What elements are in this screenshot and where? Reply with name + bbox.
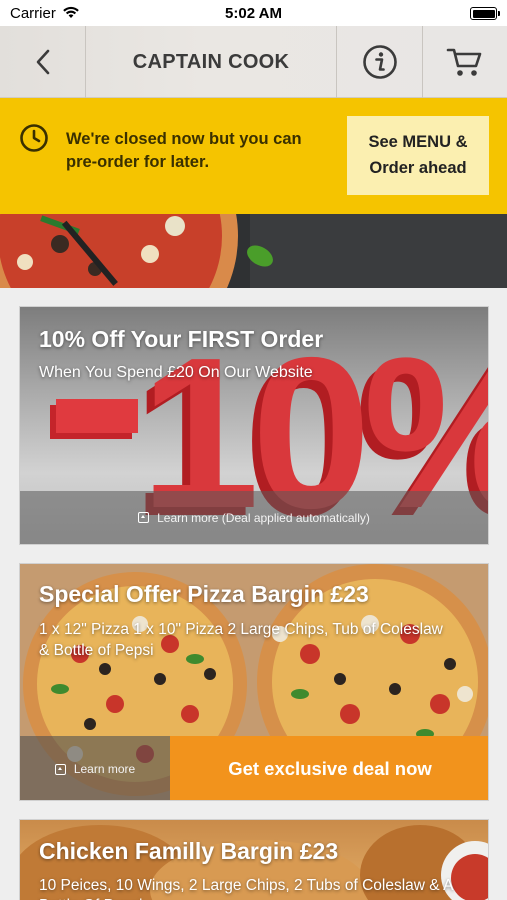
closed-message: We're closed now but you can pre-order f… bbox=[66, 130, 302, 171]
battery-icon bbox=[470, 7, 500, 20]
expand-icon bbox=[54, 763, 66, 775]
see-menu-order-ahead-button[interactable]: See MENU & Order ahead bbox=[347, 116, 489, 195]
restaurant-title: CAPTAIN COOK bbox=[132, 50, 290, 73]
deal-subtitle: 1 x 12" Pizza 1 x 10" Pizza 2 Large Chip… bbox=[39, 621, 443, 659]
deal-subtitle: 10 Peices, 10 Wings, 2 Large Chips, 2 Tu… bbox=[39, 877, 453, 900]
nav-bar: CAPTAIN COOK bbox=[0, 26, 507, 98]
expand-icon bbox=[138, 512, 150, 523]
preorder-button-line1: See MENU & bbox=[368, 133, 468, 151]
closed-banner: We're closed now but you can pre-order f… bbox=[0, 98, 507, 214]
deal-subtitle: When You Spend £20 On Our Website bbox=[39, 364, 313, 381]
back-button[interactable] bbox=[0, 26, 86, 98]
info-icon bbox=[362, 45, 397, 79]
learn-more-label: Learn more bbox=[73, 762, 136, 776]
learn-more-label: Learn more (Deal applied automatically) bbox=[157, 510, 370, 525]
deal-card-first-order[interactable]: 10% 10% 10% Off Your FIRST Order When Yo… bbox=[19, 306, 489, 545]
deal-title: Chicken Familly Bargin £23 bbox=[39, 838, 339, 864]
learn-more-link[interactable]: Learn more (Deal applied automatically) bbox=[20, 491, 488, 544]
info-button[interactable] bbox=[336, 26, 422, 98]
clock-icon bbox=[20, 124, 48, 152]
deal-title: 10% Off Your FIRST Order bbox=[39, 326, 324, 352]
get-exclusive-deal-button[interactable]: Get exclusive deal now bbox=[170, 736, 488, 800]
restaurant-hero-image bbox=[0, 214, 507, 288]
chevron-left-icon bbox=[36, 49, 49, 75]
deal-card-pizza-bargin[interactable]: Special Offer Pizza Bargin £23 1 x 12" P… bbox=[19, 563, 489, 801]
status-bar: Carrier 5:02 AM bbox=[0, 0, 507, 26]
cart-icon bbox=[446, 48, 482, 76]
deal-title: Special Offer Pizza Bargin £23 bbox=[39, 581, 369, 607]
cart-button[interactable] bbox=[422, 26, 507, 98]
preorder-button-line2: Order ahead bbox=[369, 159, 467, 177]
deal-card-chicken-bargin[interactable]: Chicken Familly Bargin £23 10 Peices, 10… bbox=[19, 819, 489, 900]
learn-more-link[interactable]: Learn more bbox=[20, 736, 170, 800]
clock-time: 5:02 AM bbox=[225, 5, 282, 22]
